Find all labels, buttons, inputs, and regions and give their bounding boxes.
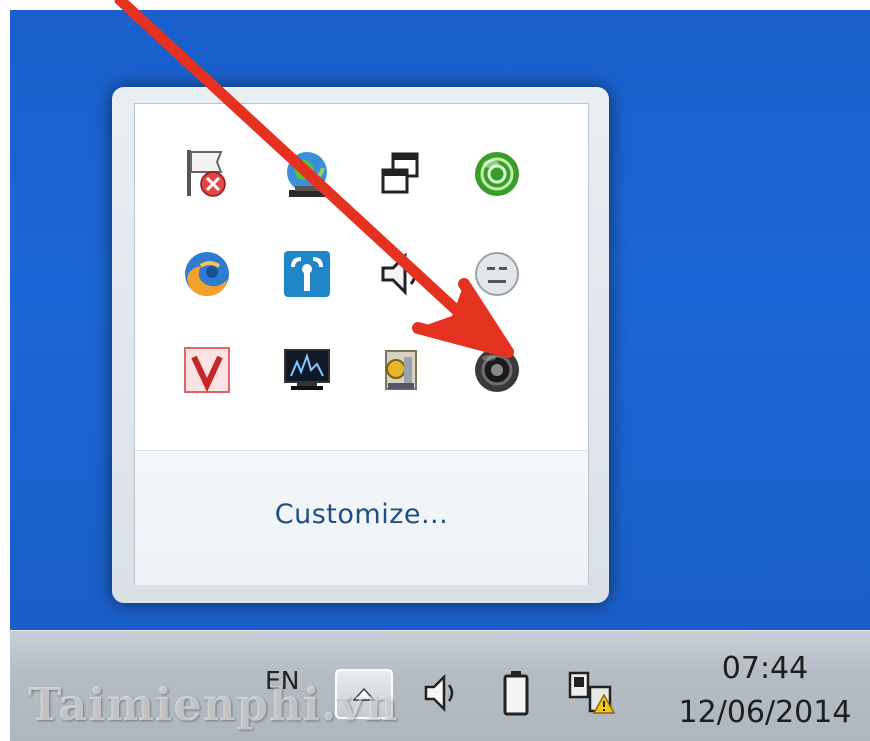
green-sphere-icon[interactable]: [469, 146, 525, 202]
flag-error-icon[interactable]: [179, 146, 235, 202]
flyout-panel: Customize...: [134, 103, 589, 585]
dark-speaker-icon[interactable]: [469, 342, 525, 398]
wifi-manager-icon[interactable]: [279, 246, 335, 302]
customize-section: Customize...: [135, 450, 588, 585]
network-warning-icon[interactable]: [566, 669, 616, 723]
windows-overlap-icon[interactable]: [373, 146, 429, 202]
firefox-like-icon[interactable]: [179, 246, 235, 302]
watermark-logo: Taimienphi.vn: [28, 678, 399, 731]
system-clock[interactable]: 07:44 12/06/2014: [670, 651, 860, 735]
clock-date: 12/06/2014: [678, 695, 852, 730]
hidden-icons-grid: [135, 104, 588, 450]
scanner-app-icon[interactable]: [373, 342, 429, 398]
v-app-icon[interactable]: [179, 342, 235, 398]
customize-link[interactable]: Customize...: [135, 499, 588, 530]
battery-icon[interactable]: [502, 669, 530, 721]
notification-area-flyout: Customize...: [112, 87, 609, 603]
globe-network-icon[interactable]: [279, 146, 335, 202]
speaker-icon[interactable]: [373, 246, 429, 302]
volume-icon[interactable]: [422, 671, 462, 719]
monitor-network-icon[interactable]: [279, 342, 335, 398]
clock-time: 07:44: [721, 651, 809, 686]
smiley-icon[interactable]: [469, 246, 525, 302]
